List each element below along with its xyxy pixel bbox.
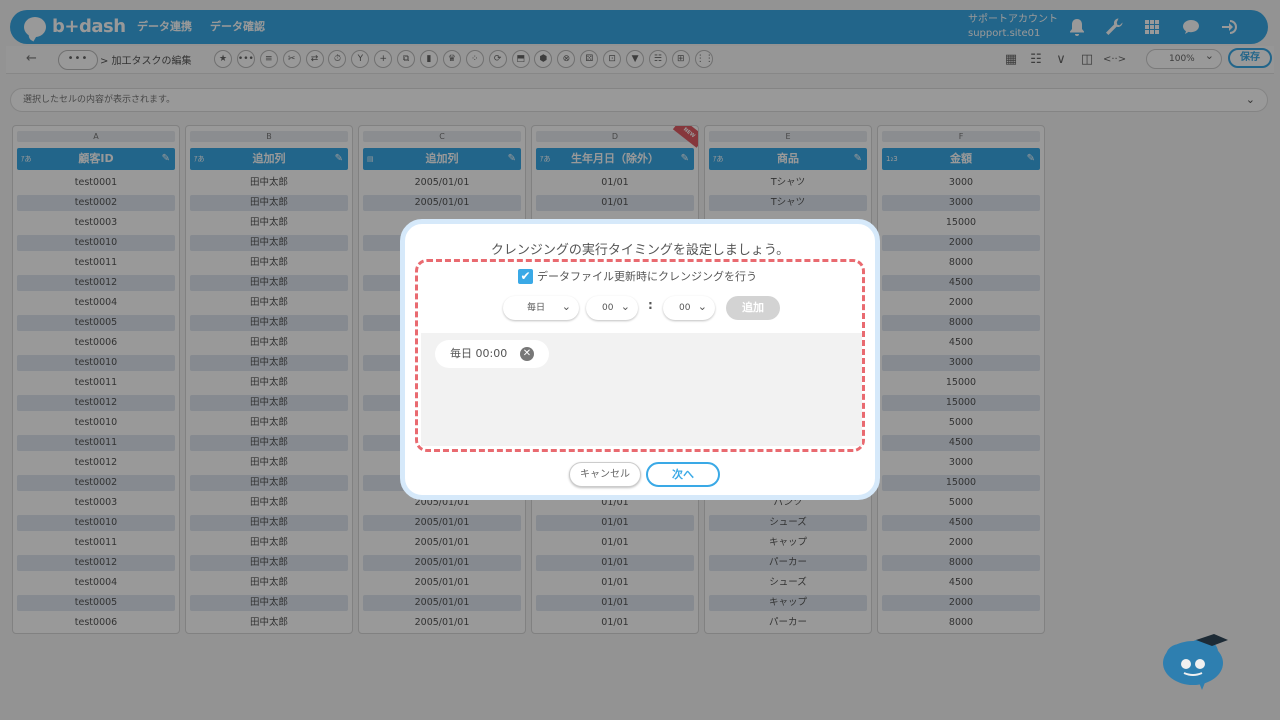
add-schedule-button[interactable]: 追加 [726,296,780,320]
minute-value: 00 [679,303,691,313]
dialog-title: クレンジングの実行タイミングを設定しましょう。 [490,243,790,258]
hour-select[interactable]: 00 ⌄ [586,296,638,320]
schedule-chip: 毎日 00:00 ✕ [435,340,549,368]
frequency-select[interactable]: 毎日 ⌄ [503,296,579,320]
schedule-list: 毎日 00:00 ✕ [421,333,862,446]
mascot-icon[interactable] [1162,630,1228,692]
checkbox-label: データファイル更新時にクレンジングを行う [537,270,757,283]
schedule-chip-label: 毎日 00:00 [450,347,508,360]
chevron-down-icon: ⌄ [697,300,707,313]
update-cleansing-checkbox-row[interactable]: ✔ データファイル更新時にクレンジングを行う [518,267,757,285]
checkbox-checked-icon[interactable]: ✔ [518,268,533,284]
hour-value: 00 [602,303,614,313]
minute-select[interactable]: 00 ⌄ [663,296,715,320]
next-button[interactable]: 次へ [646,462,720,487]
highlight-box: ✔ データファイル更新時にクレンジングを行う 毎日 ⌄ 00 ⌄ : 00 ⌄ … [415,259,865,452]
frequency-value: 毎日 [527,303,546,313]
cancel-button[interactable]: キャンセル [569,462,641,487]
chevron-down-icon: ⌄ [561,300,571,313]
chevron-down-icon: ⌄ [620,300,630,313]
remove-circle-icon[interactable]: ✕ [520,347,534,361]
cleansing-timing-dialog: クレンジングの実行タイミングを設定しましょう。 ✔ データファイル更新時にクレン… [400,219,880,500]
time-separator: : [648,298,653,312]
